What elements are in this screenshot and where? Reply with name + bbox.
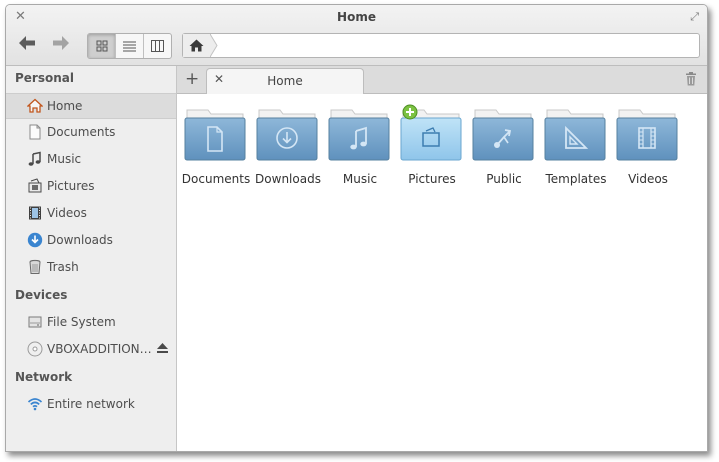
folder-public[interactable]: Public [468,107,540,186]
sidebar-item-videos[interactable]: Videos [6,201,176,225]
sidebar-item-label: Pictures [47,179,95,193]
sidebar-item-vboxadditions[interactable]: VBOXADDITION… [6,337,176,361]
arrow-left-icon [19,36,35,50]
folder-documents[interactable]: Documents [180,107,252,186]
file-view: Documents Downloads Music Pictures Publi… [177,94,707,451]
sidebar-item-label: Trash [47,260,79,274]
wifi-icon [27,398,43,411]
sidebar-section-network: Network [15,370,73,384]
folder-templates[interactable]: Templates [540,107,612,186]
folder-download-icon [256,109,318,161]
sidebar-item-label: Videos [47,206,87,220]
home-icon [27,98,43,113]
film-icon [29,206,41,220]
back-button[interactable] [17,34,37,55]
restore-closed-tab-trash-icon[interactable] [685,72,697,86]
file-name: Downloads [255,172,321,186]
sidebar-item-file-system[interactable]: File System [6,310,176,334]
download-icon [27,232,43,248]
sidebar-item-label: Home [47,99,83,113]
eject-icon[interactable] [156,342,169,354]
sidebar-section-devices: Devices [15,288,68,302]
icon-view-button[interactable] [88,34,116,58]
tab-label: Home [267,74,303,88]
sidebar-item-home[interactable]: Home [6,93,176,119]
document-icon [29,124,41,140]
sidebar-item-entire-network[interactable]: Entire network [6,392,176,416]
folder-downloads[interactable]: Downloads [252,107,324,186]
folder-document-icon [184,109,246,161]
picture-icon [28,178,42,193]
sidebar-item-label: File System [47,315,116,329]
file-name: Documents [181,172,251,186]
column-view-button[interactable] [144,34,171,58]
drive-icon [28,316,42,328]
sidebar-item-downloads[interactable]: Downloads [6,228,176,252]
sidebar: Personal Home Documents Music Pictures V… [6,66,177,451]
list-icon [123,41,136,51]
sidebar-item-documents[interactable]: Documents [6,120,176,144]
location-bar[interactable] [182,33,700,58]
breadcrumb-separator-icon [210,34,218,57]
sidebar-item-label: Downloads [47,233,113,247]
file-name: Music [342,172,378,186]
file-name: Public [486,172,522,186]
grid-icon [96,40,107,52]
folder-set-square-icon [544,109,606,161]
sidebar-item-label: VBOXADDITION… [47,342,152,356]
file-manager-window: ✕ Home ⤢ Personal Home Documents Music P… [5,4,708,452]
forward-button[interactable] [51,34,71,55]
file-name: Videos [628,172,668,186]
add-emblem-icon [402,104,418,120]
folder-pictures[interactable]: Pictures [396,104,468,186]
sidebar-item-label: Documents [47,125,116,139]
maximize-button[interactable]: ⤢ [690,10,699,24]
trash-icon [29,259,41,274]
folder-share-icon [472,109,534,161]
music-note-icon [28,151,41,166]
folder-videos[interactable]: Videos [612,107,684,186]
sidebar-section-personal: Personal [15,71,74,85]
window-title: Home [337,10,376,24]
header-bar: ✕ Home ⤢ [6,5,707,66]
file-name: Templates [545,172,607,186]
sidebar-item-trash[interactable]: Trash [6,255,176,279]
sidebar-item-label: Entire network [47,397,135,411]
folder-music-icon [328,109,390,161]
disc-icon [27,341,43,357]
new-tab-button[interactable]: + [185,69,199,89]
arrow-right-icon [53,36,69,50]
folder-film-icon [616,109,678,161]
home-icon [189,39,204,52]
view-mode-switcher [87,33,172,59]
file-name: Pictures [408,172,456,186]
sidebar-item-label: Music [47,152,82,166]
sidebar-item-music[interactable]: Music [6,147,176,171]
tab-home[interactable]: ✕ Home [206,68,364,94]
list-view-button[interactable] [116,34,144,58]
breadcrumb-home[interactable] [183,34,211,57]
sidebar-item-pictures[interactable]: Pictures [6,174,176,198]
columns-icon [151,40,164,52]
folder-music[interactable]: Music [324,107,396,186]
tab-bar: + ✕ Home [177,66,707,94]
